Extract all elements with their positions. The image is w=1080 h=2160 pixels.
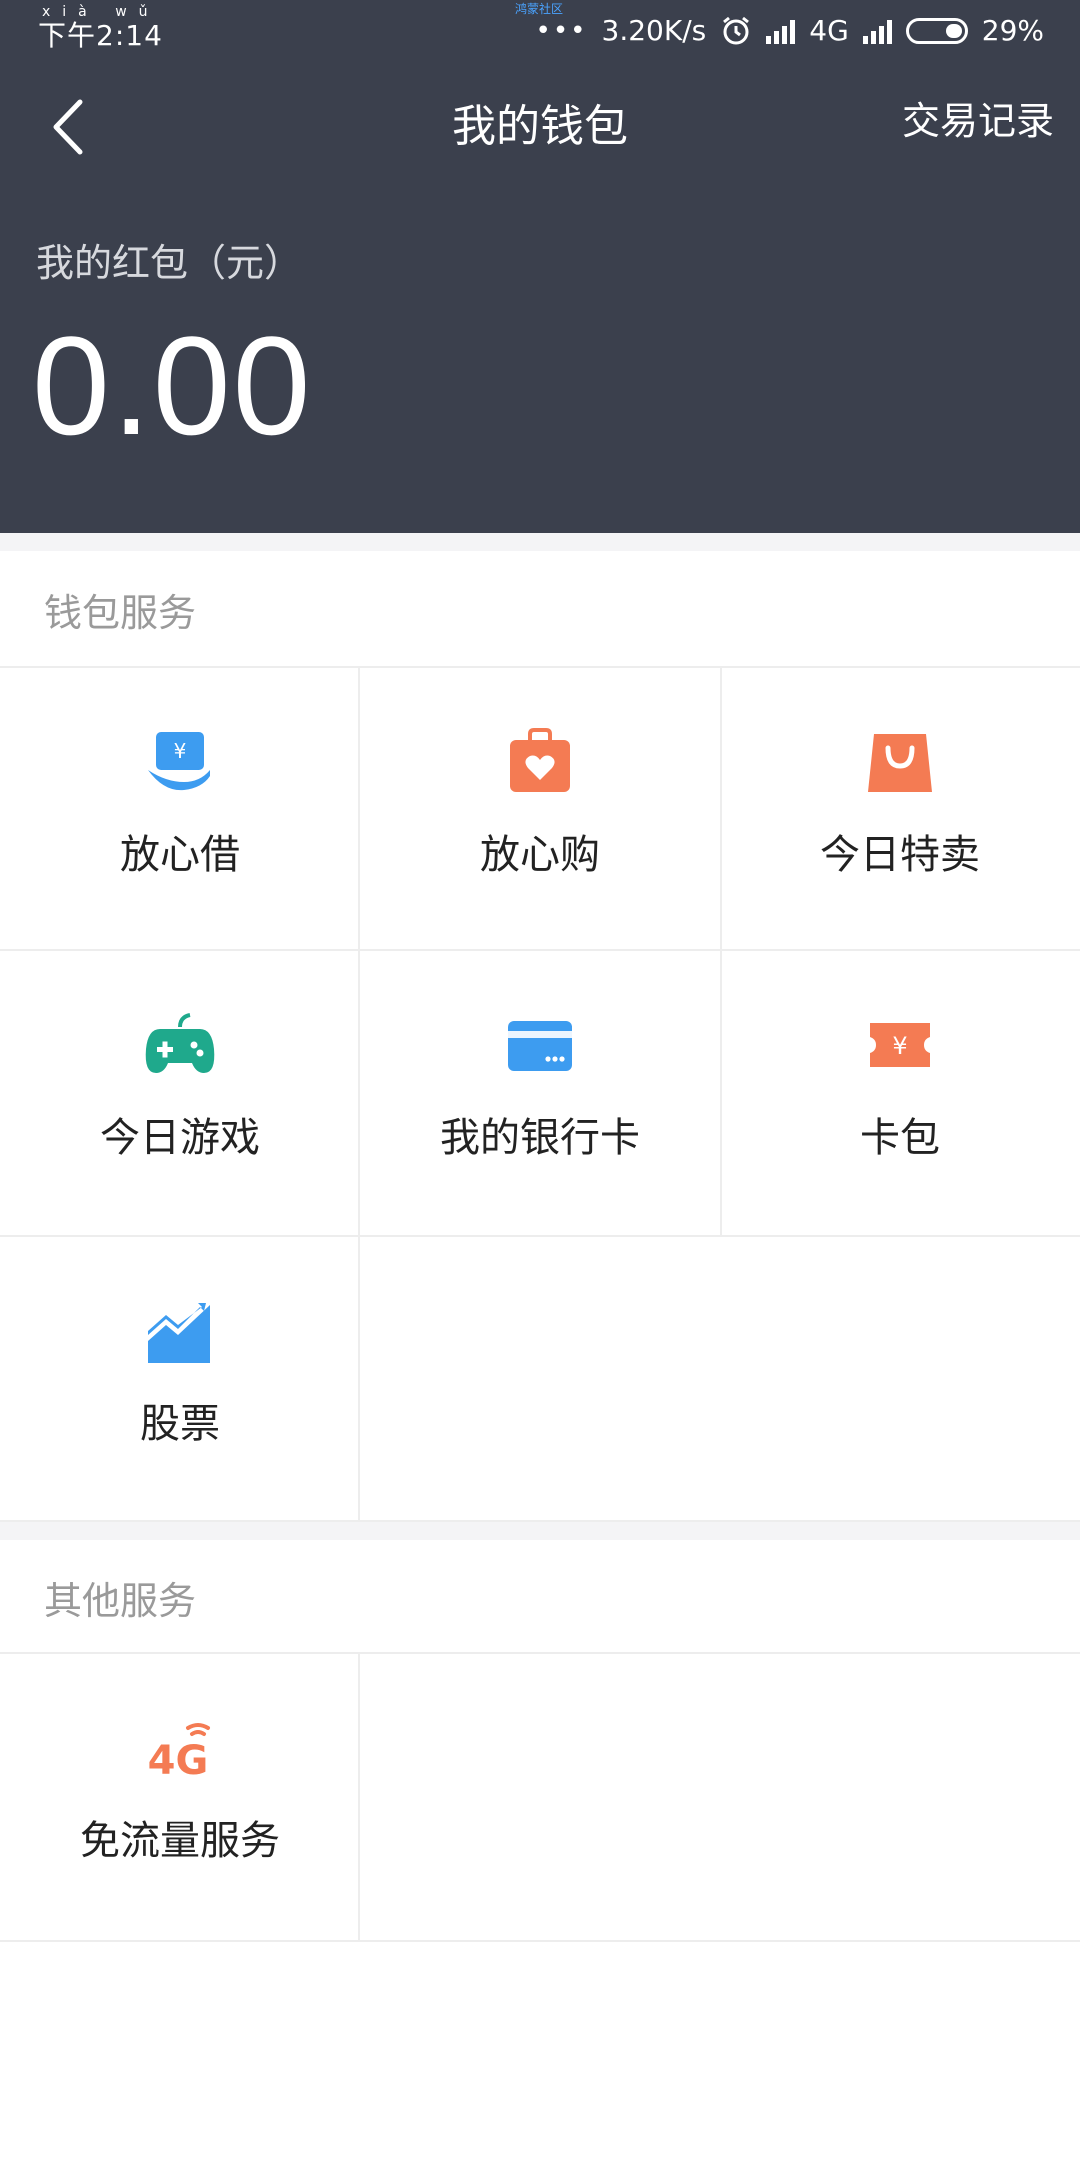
more-dots-icon: •••	[535, 15, 588, 46]
shopping-bag-icon	[868, 734, 932, 792]
bank-card-icon	[508, 1021, 572, 1071]
service-label: 卡包	[860, 1115, 940, 1161]
section-spacer	[0, 533, 1080, 551]
divider	[0, 1940, 1080, 1942]
service-jinritemai[interactable]: 今日特卖	[720, 668, 1080, 950]
alarm-icon	[723, 16, 750, 44]
wallet-header: xià wǔ 下午2:14 鸿蒙社区 ••• 3.20K/s 4G 29% 我的…	[0, 0, 1080, 533]
service-bank-card[interactable]: 我的银行卡	[360, 951, 720, 1233]
network-speed: 3.20K/s	[601, 14, 707, 47]
section-spacer	[0, 1522, 1080, 1540]
service-label: 今日特卖	[820, 832, 980, 878]
gamepad-icon	[145, 1013, 215, 1073]
status-time: xià wǔ 下午2:14	[38, 4, 163, 52]
signal-icon-2	[862, 18, 892, 44]
other-services-title: 其他服务	[44, 1579, 197, 1623]
service-free-data[interactable]: 4G 免流量服务	[0, 1654, 360, 1936]
wallet-services-title: 钱包服务	[44, 591, 197, 635]
service-label: 放心购	[480, 832, 600, 878]
svg-text:¥: ¥	[174, 739, 187, 763]
transaction-records-button[interactable]: 交易记录	[902, 90, 1054, 145]
service-label: 我的银行卡	[440, 1115, 640, 1161]
service-stocks[interactable]: 股票	[0, 1237, 360, 1519]
svg-text:4G: 4G	[148, 1738, 209, 1784]
loan-icon: ¥	[148, 732, 210, 791]
status-bar: xià wǔ 下午2:14 鸿蒙社区 ••• 3.20K/s 4G 29%	[0, 0, 1080, 64]
svg-text:¥: ¥	[892, 1032, 907, 1060]
service-label: 免流量服务	[80, 1818, 280, 1864]
network-type: 4G	[809, 14, 849, 47]
red-packet-label: 我的红包（元）	[36, 241, 303, 285]
shopping-bag-heart-icon	[510, 728, 570, 792]
stock-chart-icon	[148, 1303, 210, 1363]
service-fangxingou[interactable]: 放心购	[360, 668, 720, 950]
service-fangxinjie[interactable]: ¥ 放心借	[0, 668, 360, 950]
battery-icon	[905, 17, 968, 44]
status-time-pinyin: xià wǔ	[42, 4, 160, 20]
service-label: 股票	[140, 1401, 220, 1447]
signal-icon	[766, 18, 796, 44]
battery-level: 29%	[981, 14, 1044, 47]
ticket-icon: ¥	[870, 1023, 930, 1067]
service-jinriyouxi[interactable]: 今日游戏	[0, 951, 360, 1233]
service-kabao[interactable]: ¥ 卡包	[720, 951, 1080, 1233]
4g-signal-icon: 4G	[148, 1723, 210, 1784]
service-label: 今日游戏	[100, 1115, 260, 1161]
red-packet-amount: 0.00	[32, 307, 313, 464]
service-label: 放心借	[120, 832, 240, 878]
